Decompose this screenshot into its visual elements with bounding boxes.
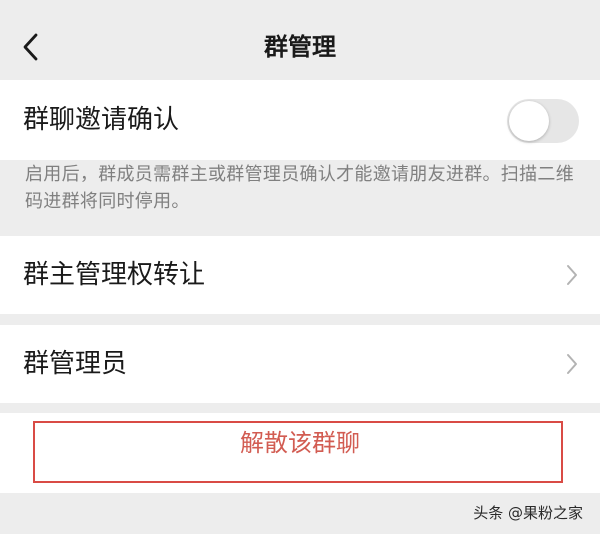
watermark: 头条 @果粉之家: [473, 504, 583, 522]
transfer-owner-label: 群主管理权转让: [23, 260, 206, 290]
dissolve-group-label: 解散该群聊: [240, 429, 360, 457]
chevron-right-icon: [567, 265, 577, 285]
toggle-knob: [509, 101, 549, 141]
chevron-right-icon: [567, 354, 577, 374]
invite-confirm-hint: 启用后，群成员需群主或群管理员确认才能邀请朋友进群。扫描二维码进群将同时停用。: [25, 164, 574, 212]
invite-confirm-label: 群聊邀请确认: [23, 105, 180, 135]
admins-label: 群管理员: [23, 349, 128, 379]
invite-confirm-toggle[interactable]: [507, 99, 579, 143]
admins-row[interactable]: 群管理员: [0, 325, 600, 403]
transfer-owner-row[interactable]: 群主管理权转让: [0, 236, 600, 314]
page-title: 群管理: [264, 33, 336, 61]
dissolve-group-row: 解散该群聊: [0, 413, 600, 493]
navigation-bar: 群管理: [0, 0, 600, 80]
invite-confirm-row: 群聊邀请确认: [0, 80, 600, 160]
